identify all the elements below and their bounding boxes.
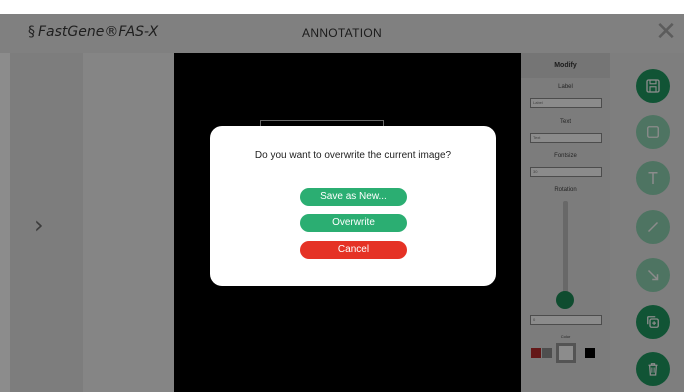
cancel-button[interactable]: Cancel xyxy=(300,241,407,259)
overwrite-button[interactable]: Overwrite xyxy=(300,214,407,232)
overwrite-dialog: Do you want to overwrite the current ima… xyxy=(210,126,496,286)
dialog-message: Do you want to overwrite the current ima… xyxy=(254,150,452,161)
save-as-new-button[interactable]: Save as New... xyxy=(300,188,407,206)
